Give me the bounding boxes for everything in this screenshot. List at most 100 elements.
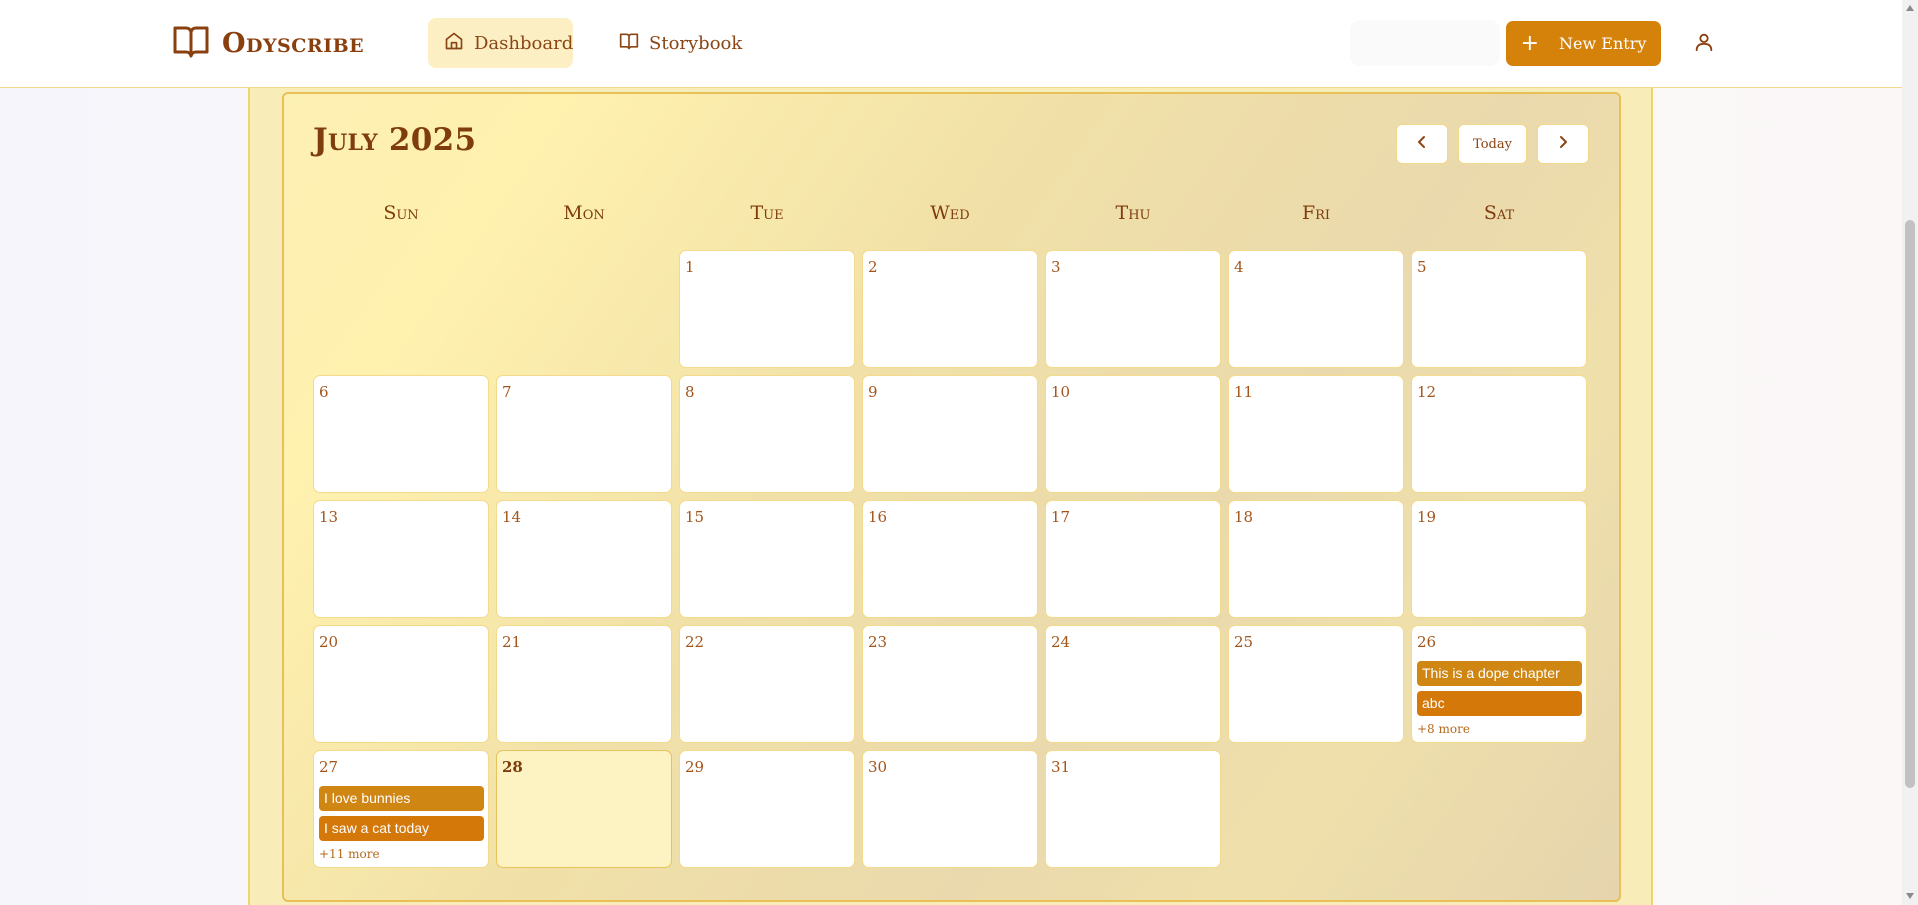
header-tools-placeholder <box>1350 20 1500 66</box>
today-button[interactable]: Today <box>1458 124 1527 164</box>
more-entries-link[interactable]: +8 more <box>1417 722 1470 736</box>
day-number: 31 <box>1051 758 1071 776</box>
day-number: 17 <box>1051 508 1071 526</box>
day-cell-14[interactable]: 14 <box>496 500 672 618</box>
weekday-mon: Mon <box>563 202 605 224</box>
entry-chip[interactable]: I love bunnies <box>319 786 484 811</box>
chevron-right-icon <box>1555 134 1571 154</box>
day-cell-27[interactable]: 27 I love bunnies I saw a cat today +11 … <box>313 750 489 868</box>
user-menu-button[interactable] <box>1693 31 1719 57</box>
day-cell-21[interactable]: 21 <box>496 625 672 743</box>
day-cell-1[interactable]: 1 <box>679 250 855 368</box>
plus-icon: + <box>1520 30 1540 56</box>
weekday-sun: Sun <box>383 202 419 224</box>
day-number: 1 <box>685 258 695 276</box>
day-cell-9[interactable]: 9 <box>862 375 1038 493</box>
vertical-scrollbar[interactable] <box>1902 0 1918 905</box>
chevron-left-icon <box>1414 134 1430 154</box>
day-cell-10[interactable]: 10 <box>1045 375 1221 493</box>
nav-storybook[interactable]: Storybook <box>603 18 753 68</box>
more-entries-link[interactable]: +11 more <box>319 847 380 861</box>
new-entry-label: New Entry <box>1559 34 1647 53</box>
entry-chip[interactable]: abc <box>1417 691 1582 716</box>
day-number: 14 <box>502 508 522 526</box>
weekday-thu: Thu <box>1115 202 1151 224</box>
day-number: 9 <box>868 383 878 401</box>
day-number: 11 <box>1234 383 1254 401</box>
home-icon <box>444 31 474 56</box>
entry-chip[interactable]: This is a dope chapter <box>1417 661 1582 686</box>
day-cell-11[interactable]: 11 <box>1228 375 1404 493</box>
day-cell-30[interactable]: 30 <box>862 750 1038 868</box>
app-name: Odyscribe <box>222 27 365 59</box>
day-number: 12 <box>1417 383 1437 401</box>
day-cell-4[interactable]: 4 <box>1228 250 1404 368</box>
day-number: 28 <box>502 758 523 776</box>
next-month-button[interactable] <box>1537 124 1589 164</box>
scroll-up-arrow-icon[interactable] <box>1906 5 1914 11</box>
month-title: July 2025 <box>313 122 477 158</box>
day-cell-5[interactable]: 5 <box>1411 250 1587 368</box>
day-cell-2[interactable]: 2 <box>862 250 1038 368</box>
scrollbar-thumb[interactable] <box>1905 220 1915 788</box>
day-number: 25 <box>1234 633 1254 651</box>
nav-storybook-label: Storybook <box>649 32 743 54</box>
day-number: 3 <box>1051 258 1061 276</box>
day-number: 13 <box>319 508 339 526</box>
open-book-icon <box>172 23 210 63</box>
day-number: 2 <box>868 258 878 276</box>
day-cell-24[interactable]: 24 <box>1045 625 1221 743</box>
scroll-down-arrow-icon[interactable] <box>1906 893 1914 899</box>
prev-month-button[interactable] <box>1396 124 1448 164</box>
top-navbar: Odyscribe Dashboard Storybook + New Entr… <box>0 0 1902 88</box>
day-cell-13[interactable]: 13 <box>313 500 489 618</box>
day-number: 29 <box>685 758 705 776</box>
entry-chip[interactable]: I saw a cat today <box>319 816 484 841</box>
day-cell-28-today[interactable]: 28 <box>496 750 672 868</box>
app-logo[interactable]: Odyscribe <box>172 24 364 62</box>
day-cell-3[interactable]: 3 <box>1045 250 1221 368</box>
day-number: 30 <box>868 758 888 776</box>
day-cell-8[interactable]: 8 <box>679 375 855 493</box>
day-cell-26[interactable]: 26 This is a dope chapter abc +8 more <box>1411 625 1587 743</box>
day-number: 4 <box>1234 258 1244 276</box>
day-number: 26 <box>1417 633 1437 651</box>
day-cell-6[interactable]: 6 <box>313 375 489 493</box>
nav-dashboard[interactable]: Dashboard <box>428 18 573 68</box>
day-cell-29[interactable]: 29 <box>679 750 855 868</box>
day-number: 19 <box>1417 508 1437 526</box>
day-cell-25[interactable]: 25 <box>1228 625 1404 743</box>
day-number: 24 <box>1051 633 1071 651</box>
day-number: 7 <box>502 383 512 401</box>
day-number: 6 <box>319 383 329 401</box>
day-number: 10 <box>1051 383 1071 401</box>
day-cell-23[interactable]: 23 <box>862 625 1038 743</box>
day-cell-19[interactable]: 19 <box>1411 500 1587 618</box>
day-cell-22[interactable]: 22 <box>679 625 855 743</box>
day-number: 27 <box>319 758 339 776</box>
day-cell-31[interactable]: 31 <box>1045 750 1221 868</box>
day-cell-20[interactable]: 20 <box>313 625 489 743</box>
day-cell-15[interactable]: 15 <box>679 500 855 618</box>
day-cell-7[interactable]: 7 <box>496 375 672 493</box>
day-number: 15 <box>685 508 705 526</box>
weekday-sat: Sat <box>1483 202 1515 224</box>
day-number: 23 <box>868 633 888 651</box>
new-entry-button[interactable]: + New Entry <box>1506 21 1661 66</box>
day-number: 16 <box>868 508 888 526</box>
day-number: 5 <box>1417 258 1427 276</box>
user-icon <box>1693 33 1715 57</box>
day-number: 20 <box>319 633 339 651</box>
day-cell-16[interactable]: 16 <box>862 500 1038 618</box>
book-icon <box>619 31 649 56</box>
day-number: 8 <box>685 383 695 401</box>
weekday-wed: Wed <box>930 202 970 224</box>
day-cell-17[interactable]: 17 <box>1045 500 1221 618</box>
day-number: 18 <box>1234 508 1254 526</box>
day-number: 21 <box>502 633 522 651</box>
day-number: 22 <box>685 633 705 651</box>
day-cell-12[interactable]: 12 <box>1411 375 1587 493</box>
nav-dashboard-label: Dashboard <box>474 32 574 54</box>
day-cell-18[interactable]: 18 <box>1228 500 1404 618</box>
weekday-tue: Tue <box>750 202 784 224</box>
